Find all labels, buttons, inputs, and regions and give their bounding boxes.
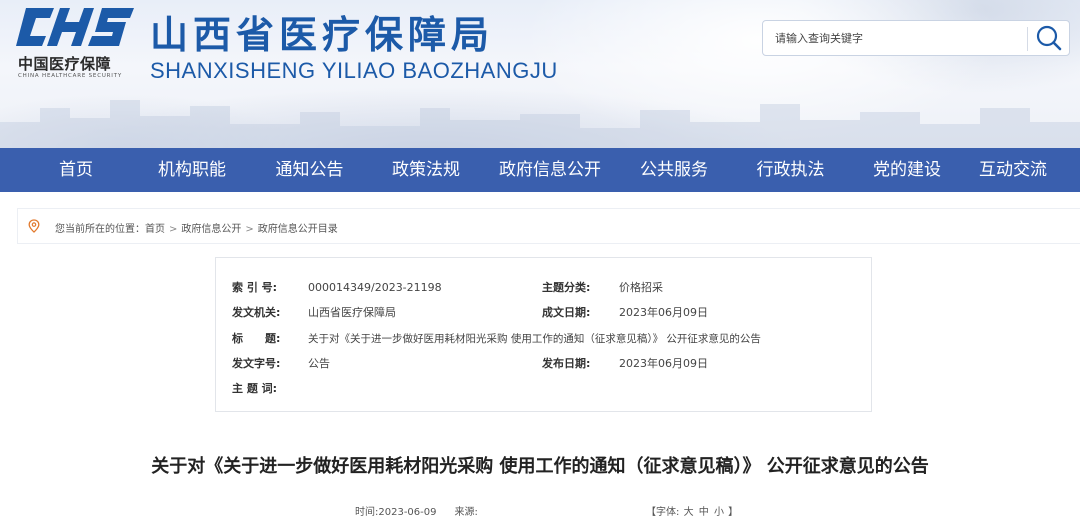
site-header: 中国医疗保障 CHINA HEALTHCARE SECURITY 山西省医疗保障… bbox=[0, 0, 1080, 148]
breadcrumb-link-catalog[interactable]: 政府信息公开目录 bbox=[258, 224, 338, 235]
search-box bbox=[762, 20, 1070, 56]
main-nav: 首页 机构职能 通知公告 政策法规 政府信息公开 公共服务 行政执法 党的建设 … bbox=[0, 148, 1080, 192]
nav-item-notices[interactable]: 通知公告 bbox=[232, 148, 387, 192]
info-label-index: 索 引 号: bbox=[232, 281, 278, 294]
info-value-category: 价格招采 bbox=[619, 281, 663, 294]
document-info-table: 索 引 号: 000014349/2023-21198 主题分类: 价格招采 发… bbox=[215, 257, 872, 412]
info-row-doc-no: 发文字号: 公告 发布日期: 2023年06月09日 bbox=[216, 354, 873, 374]
info-label-category: 主题分类: bbox=[542, 281, 591, 294]
nav-item-party-building[interactable]: 党的建设 bbox=[868, 148, 946, 192]
article-meta: 时间:2023-06-09 来源: bbox=[355, 503, 478, 518]
search-button[interactable] bbox=[1028, 21, 1070, 55]
site-subtitle: SHANXISHENG YILIAO BAOZHANGJU bbox=[150, 58, 558, 83]
info-row-title: 标 题: 关于对《关于进一步做好医用耗材阳光采购 使用工作的通知（征求意见稿）》… bbox=[216, 329, 873, 349]
site-title: 山西省医疗保障局 bbox=[150, 12, 495, 57]
font-size-switcher: 【字体: 大 中 小 】 bbox=[646, 503, 738, 518]
breadcrumb-prefix: 您当前所在的位置： bbox=[55, 224, 145, 235]
font-size-prefix: 【字体: bbox=[646, 507, 680, 518]
skyline-decoration bbox=[0, 100, 1080, 148]
nav-item-functions[interactable]: 机构职能 bbox=[152, 148, 232, 192]
logo-english-name: CHINA HEALTHCARE SECURITY bbox=[18, 73, 123, 79]
chs-logo[interactable]: 中国医疗保障 CHINA HEALTHCARE SECURITY bbox=[16, 6, 136, 82]
search-icon bbox=[1036, 25, 1062, 51]
breadcrumb: 您当前所在的位置：首页 > 政府信息公开 > 政府信息公开目录 bbox=[17, 208, 1080, 244]
location-pin-icon bbox=[28, 219, 40, 233]
info-label-created: 成文日期: bbox=[542, 306, 591, 319]
info-value-issuer: 山西省医疗保障局 bbox=[308, 306, 396, 319]
font-size-large-button[interactable]: 大 bbox=[684, 507, 694, 518]
breadcrumb-separator: > bbox=[245, 224, 254, 235]
info-label-doc-no: 发文字号: bbox=[232, 357, 281, 370]
nav-item-law-enforcement[interactable]: 行政执法 bbox=[713, 148, 868, 192]
info-row-issuer: 发文机关: 山西省医疗保障局 成文日期: 2023年06月09日 bbox=[216, 303, 873, 323]
nav-item-interaction[interactable]: 互动交流 bbox=[946, 148, 1080, 192]
breadcrumb-separator: > bbox=[169, 224, 178, 235]
nav-item-public-services[interactable]: 公共服务 bbox=[635, 148, 713, 192]
info-value-index: 000014349/2023-21198 bbox=[308, 281, 442, 294]
search-input[interactable] bbox=[763, 21, 1027, 55]
info-label-title: 标 题: bbox=[232, 332, 281, 345]
info-label-published: 发布日期: bbox=[542, 357, 591, 370]
info-label-keywords: 主 题 词: bbox=[232, 382, 278, 395]
info-value-published: 2023年06月09日 bbox=[619, 357, 708, 370]
info-value-doc-no: 公告 bbox=[308, 357, 330, 370]
info-label-issuer: 发文机关: bbox=[232, 306, 281, 319]
nav-item-home[interactable]: 首页 bbox=[0, 148, 152, 192]
article-time: 时间:2023-06-09 bbox=[355, 507, 437, 518]
breadcrumb-link-home[interactable]: 首页 bbox=[145, 224, 165, 235]
breadcrumb-link-gov-info[interactable]: 政府信息公开 bbox=[181, 224, 241, 235]
nav-item-gov-info[interactable]: 政府信息公开 bbox=[465, 148, 635, 192]
info-value-title: 关于对《关于进一步做好医用耗材阳光采购 使用工作的通知（征求意见稿）》 公开征求… bbox=[308, 333, 761, 345]
info-value-created: 2023年06月09日 bbox=[619, 306, 708, 319]
article-source: 来源: bbox=[454, 507, 478, 518]
info-row-index: 索 引 号: 000014349/2023-21198 主题分类: 价格招采 bbox=[216, 278, 873, 298]
nav-item-policies[interactable]: 政策法规 bbox=[387, 148, 465, 192]
article-title: 关于对《关于进一步做好医用耗材阳光采购 使用工作的通知（征求意见稿）》 公开征求… bbox=[151, 456, 929, 477]
chs-logo-mark bbox=[16, 8, 134, 46]
font-size-medium-button[interactable]: 中 bbox=[699, 507, 709, 518]
logo-chinese-name: 中国医疗保障 bbox=[18, 55, 112, 73]
font-size-small-button[interactable]: 小 bbox=[714, 507, 724, 518]
breadcrumb-trail: 您当前所在的位置：首页 > 政府信息公开 > 政府信息公开目录 bbox=[55, 220, 338, 235]
font-size-suffix: 】 bbox=[728, 507, 739, 518]
info-row-keywords: 主 题 词: bbox=[216, 379, 873, 399]
